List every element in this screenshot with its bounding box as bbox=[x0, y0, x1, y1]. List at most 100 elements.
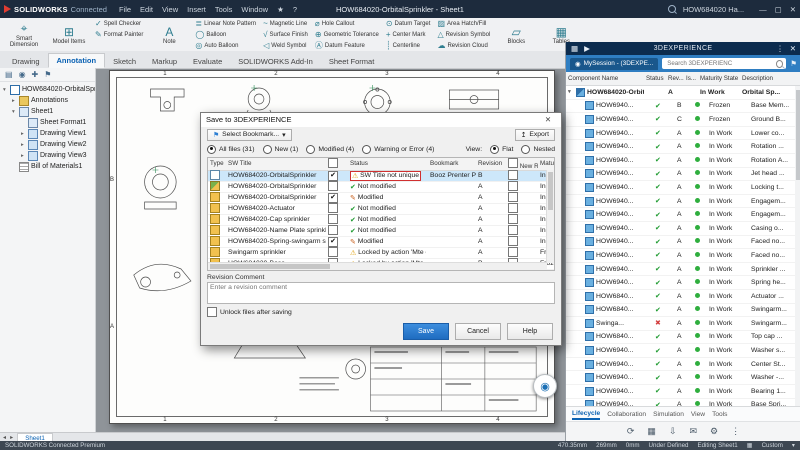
column-header-rev[interactable]: Rev... bbox=[666, 75, 684, 82]
table-row[interactable]: HOW684020-Name Plate sprinkler Not modif… bbox=[208, 226, 554, 237]
component-row[interactable]: HOW6940... C Frozen Ground B... bbox=[566, 113, 800, 127]
component-row[interactable]: HOW6940... A In Work Casing o... bbox=[566, 222, 800, 236]
ribbon-button[interactable]: ⊙ Datum Target bbox=[383, 19, 434, 30]
filter-radio[interactable]: Warning or Error (4) bbox=[362, 145, 434, 154]
component-row[interactable]: HOW6940... A In Work Engagem... bbox=[566, 195, 800, 209]
ribbon-button[interactable]: △ Revision Symbol bbox=[434, 30, 493, 41]
component-row[interactable]: HOW6940... A In Work Washer s... bbox=[566, 344, 800, 358]
column-header-status[interactable]: Status bbox=[644, 75, 666, 82]
save-all-checkbox[interactable] bbox=[328, 158, 338, 168]
column-header-sw-title[interactable]: SW Title bbox=[226, 160, 326, 167]
menu-item[interactable]: ? bbox=[293, 5, 297, 14]
new-revision-checkbox[interactable] bbox=[508, 225, 518, 235]
scrollbar-thumb[interactable] bbox=[548, 172, 553, 210]
component-row[interactable]: HOW6940... A In Work Jet head ... bbox=[566, 168, 800, 182]
3dexperience-assistant-button[interactable]: ◉ bbox=[533, 374, 557, 398]
column-header-new-revision[interactable]: New Revision bbox=[506, 158, 538, 170]
component-row[interactable]: HOW6940... A In Work Bearing 1... bbox=[566, 385, 800, 399]
ribbon-button[interactable]: + Center Mark bbox=[383, 30, 434, 41]
table-row[interactable]: HOW684020-Base sprinkler Not modified A … bbox=[208, 270, 554, 271]
panel-vertical-scrollbar[interactable] bbox=[795, 86, 800, 406]
component-row[interactable]: HOW6840... A In Work Swingarm... bbox=[566, 304, 800, 318]
expand-arrow-icon[interactable]: ▸ bbox=[21, 153, 28, 159]
component-row[interactable]: HOW6840... A In Work Actuator ... bbox=[566, 290, 800, 304]
panel-tab[interactable]: Tools bbox=[712, 410, 727, 419]
search-input[interactable] bbox=[665, 59, 774, 68]
tree-item[interactable]: Sheet Format1 bbox=[0, 117, 95, 128]
component-row[interactable]: HOW6940... A In Work Washer -... bbox=[566, 371, 800, 385]
command-tab[interactable]: Annotation bbox=[48, 53, 106, 68]
units-selector[interactable]: Custom bbox=[762, 442, 783, 449]
export-button[interactable]: ↥ Export bbox=[515, 129, 555, 141]
cancel-button[interactable]: Cancel bbox=[455, 323, 501, 340]
app-grid-icon[interactable]: ▦ bbox=[571, 44, 578, 53]
select-bookmark-button[interactable]: ⚑ Select Bookmark... ▾ bbox=[207, 129, 292, 141]
maximize-button[interactable]: ▢ bbox=[775, 5, 782, 14]
table-horizontal-scrollbar[interactable] bbox=[208, 262, 547, 270]
component-row[interactable]: HOW6940... A In Work Rotation A... bbox=[566, 154, 800, 168]
filter-radio[interactable]: All files (31) bbox=[207, 145, 255, 154]
tree-item[interactable]: ▸ Drawing View3 bbox=[0, 150, 95, 161]
panel-tab[interactable]: View bbox=[691, 410, 705, 419]
new-revision-checkbox[interactable] bbox=[508, 247, 518, 257]
panel-tool-icon[interactable]: ⟳ bbox=[627, 426, 635, 437]
column-header-status[interactable]: Status bbox=[348, 160, 428, 167]
dialog-close-icon[interactable]: ✕ bbox=[540, 115, 556, 124]
component-row[interactable]: HOW6940... B Frozen Base Mem... bbox=[566, 100, 800, 114]
new-revision-checkbox[interactable] bbox=[508, 214, 518, 224]
menu-item[interactable]: Window bbox=[241, 5, 268, 14]
ribbon-button[interactable]: ⌖ Smart Dimension bbox=[2, 19, 46, 52]
expand-arrow-icon[interactable]: ▸ bbox=[21, 142, 28, 148]
table-row[interactable]: HOW684020-Spring-swingarm s... Modified … bbox=[208, 237, 554, 248]
view-mode-radio[interactable]: Nested bbox=[521, 145, 555, 154]
close-button[interactable]: ✕ bbox=[790, 5, 796, 14]
ribbon-button[interactable]: √ Surface Finish bbox=[260, 30, 311, 41]
panel-tool-icon[interactable]: ⚙ bbox=[710, 426, 718, 437]
tree-item[interactable]: ▾ HOW684020-OrbitalSprinkler bbox=[0, 84, 95, 95]
ribbon-button[interactable]: ✓ Spell Checker bbox=[92, 19, 146, 30]
column-header-maturity[interactable]: Maturity State bbox=[538, 160, 555, 167]
mysession-tab[interactable]: ◉ MySession - (3DEXPE... bbox=[570, 58, 658, 70]
expand-arrow-icon[interactable]: ▾ bbox=[3, 87, 10, 93]
tree-item[interactable]: ▾ Sheet1 bbox=[0, 106, 95, 117]
ribbon-button[interactable]: ▱ Blocks bbox=[494, 19, 538, 52]
scrollbar-thumb[interactable] bbox=[210, 264, 330, 269]
new-revision-checkbox[interactable] bbox=[508, 203, 518, 213]
component-row[interactable]: HOW6940... A In Work Rotation ... bbox=[566, 140, 800, 154]
scrollbar-thumb[interactable] bbox=[796, 90, 800, 180]
save-checkbox[interactable] bbox=[328, 193, 338, 203]
command-tab[interactable]: Sheet Format bbox=[321, 55, 382, 68]
menu-item[interactable]: Edit bbox=[140, 5, 153, 14]
tree-item[interactable]: ▸ Annotations bbox=[0, 95, 95, 106]
column-header-revision[interactable]: Revision bbox=[476, 160, 506, 167]
component-row[interactable]: HOW6840... A In Work Top cap ... bbox=[566, 331, 800, 345]
prev-sheet-icon[interactable]: ◂ bbox=[3, 434, 6, 441]
table-row[interactable]: HOW684020-Actuator Not modified A In Wor… bbox=[208, 204, 554, 215]
menu-item[interactable]: ★ bbox=[277, 5, 284, 14]
save-checkbox[interactable] bbox=[328, 181, 338, 191]
component-row[interactable]: HOW6940... A In Work Lower co... bbox=[566, 127, 800, 141]
save-checkbox[interactable] bbox=[328, 203, 338, 213]
revision-comment-input[interactable] bbox=[207, 282, 555, 304]
panel-tool-icon[interactable]: ⇩ bbox=[669, 426, 677, 437]
new-revision-all-checkbox[interactable] bbox=[508, 158, 518, 168]
command-tab[interactable]: SOLIDWORKS Add-In bbox=[230, 55, 321, 68]
panel-tool-icon[interactable]: ▦ bbox=[647, 426, 656, 437]
command-tab[interactable]: Markup bbox=[144, 55, 185, 68]
new-revision-checkbox[interactable] bbox=[508, 192, 518, 202]
expand-arrow-icon[interactable]: ▾ bbox=[568, 89, 574, 95]
new-revision-checkbox[interactable] bbox=[508, 170, 518, 180]
new-revision-checkbox[interactable] bbox=[508, 181, 518, 191]
panel-tab[interactable]: Collaboration bbox=[607, 410, 646, 419]
column-header-description[interactable]: Description bbox=[740, 75, 800, 82]
component-row[interactable]: ▾ HOW684020-Orbit... A In Work Orbital S… bbox=[566, 86, 800, 100]
save-checkbox[interactable] bbox=[328, 237, 338, 247]
table-row[interactable]: HOW684020-Cap sprinkler Not modified A I… bbox=[208, 215, 554, 226]
play-icon[interactable]: ▶ bbox=[584, 44, 590, 53]
component-row[interactable]: HOW6940... A In Work Faced no... bbox=[566, 236, 800, 250]
component-row[interactable]: HOW6940... A In Work Base Spri... bbox=[566, 399, 800, 406]
panel-tab[interactable]: Lifecycle bbox=[572, 409, 600, 420]
ribbon-button[interactable]: ~ Magnetic Line bbox=[260, 19, 311, 30]
panel-tool-icon[interactable]: ✉ bbox=[689, 426, 697, 437]
chevron-down-icon[interactable]: ▾ bbox=[792, 442, 795, 449]
